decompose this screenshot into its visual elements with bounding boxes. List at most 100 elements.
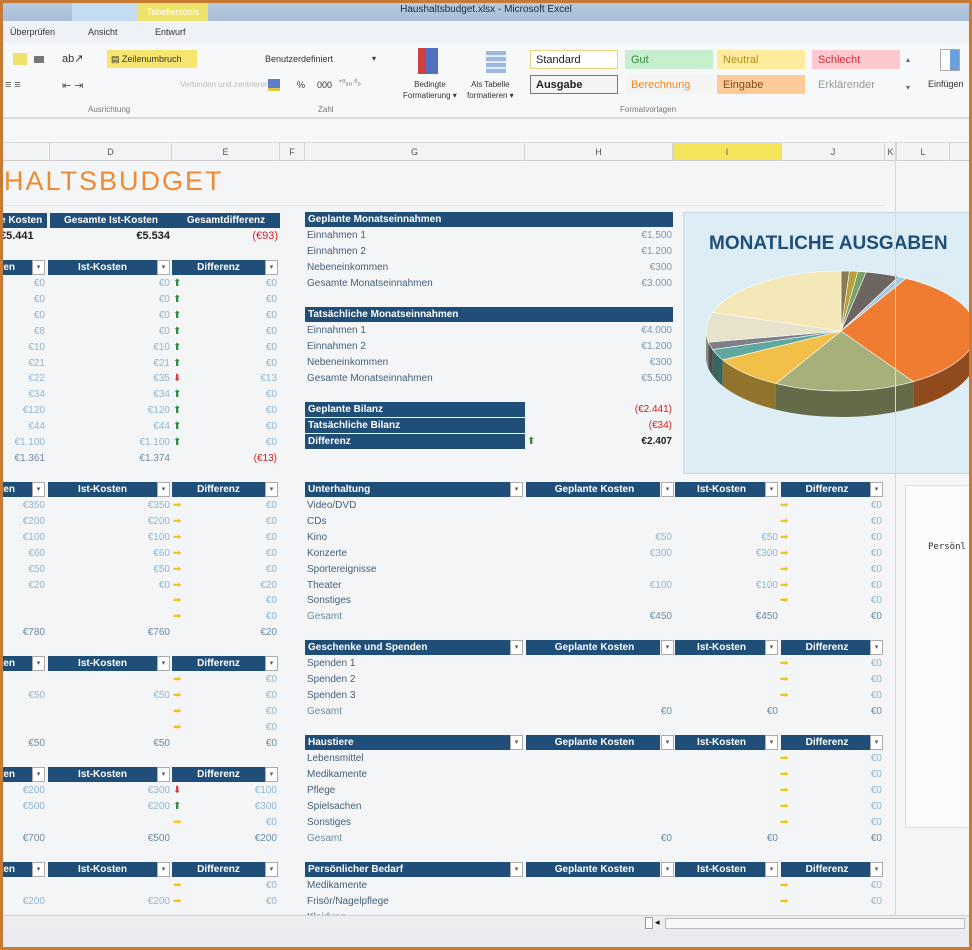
align-center-right-icons[interactable]: ≡≡ — [5, 79, 24, 91]
horizontal-scrollbar[interactable]: ◂ — [0, 915, 972, 930]
planned-cost[interactable] — [0, 815, 45, 830]
filter-dropdown[interactable]: ▾ — [870, 735, 883, 750]
filter-dropdown[interactable]: ▾ — [32, 767, 45, 782]
actual-cost[interactable]: €34 — [100, 387, 170, 402]
actual-cost[interactable]: €10 — [100, 340, 170, 355]
formula-bar[interactable] — [0, 119, 972, 143]
monthly-expenses-chart[interactable]: MONATLICHE AUSGABEN — [683, 212, 972, 474]
actual-cost[interactable]: €50 — [100, 736, 170, 751]
filter-dropdown[interactable]: ▾ — [765, 640, 778, 655]
actual-cost[interactable] — [690, 767, 778, 782]
actual-cost[interactable] — [100, 672, 170, 687]
planned-cost[interactable]: €20 — [0, 578, 45, 593]
filter-dropdown[interactable]: ▾ — [265, 482, 278, 497]
orientation-icon[interactable]: ab↗ — [62, 52, 83, 65]
scrollbar-thumb[interactable] — [665, 918, 965, 929]
actual-cost[interactable] — [690, 799, 778, 814]
planned-cost[interactable]: €500 — [0, 799, 45, 814]
merge-center-button[interactable]: Verbinden und zentrieren — [180, 80, 269, 89]
income-value[interactable]: €1.500 — [560, 228, 672, 243]
styles-scroll-up-icon[interactable]: ▴ — [906, 55, 910, 64]
planned-cost[interactable] — [580, 783, 672, 798]
style-ausgabe[interactable]: Ausgabe — [530, 75, 618, 94]
planned-cost[interactable] — [580, 799, 672, 814]
planned-cost[interactable] — [0, 704, 45, 719]
decimal-increase-icon[interactable]: ⁺⁰₀₀ ⁰₀ — [338, 78, 361, 87]
filter-dropdown[interactable]: ▾ — [765, 862, 778, 877]
currency-icon[interactable] — [268, 79, 280, 91]
filter-dropdown[interactable]: ▾ — [32, 862, 45, 877]
filter-dropdown[interactable]: ▾ — [32, 260, 45, 275]
filter-dropdown[interactable]: ▾ — [661, 482, 674, 497]
planned-cost[interactable]: €1.100 — [0, 435, 45, 450]
income-value[interactable]: €1.200 — [560, 339, 672, 354]
filter-dropdown[interactable]: ▾ — [870, 862, 883, 877]
income-value[interactable]: €3.000 — [560, 276, 672, 291]
planned-cost[interactable] — [580, 656, 672, 671]
actual-cost[interactable]: €0 — [100, 578, 170, 593]
actual-cost[interactable]: €50 — [690, 530, 778, 545]
style-berechnung[interactable]: Berechnung — [625, 75, 713, 94]
planned-cost[interactable]: €300 — [580, 546, 672, 561]
filter-dropdown[interactable]: ▾ — [157, 482, 170, 497]
planned-cost[interactable]: €450 — [580, 609, 672, 624]
format-as-table-icon[interactable] — [486, 51, 506, 73]
thousands-button[interactable]: 000 — [317, 80, 332, 90]
planned-cost[interactable] — [580, 688, 672, 703]
planned-cost[interactable] — [580, 498, 672, 513]
style-schlecht[interactable]: Schlecht — [812, 50, 900, 69]
style-gut[interactable]: Gut — [625, 50, 713, 69]
planned-cost[interactable] — [580, 672, 672, 687]
style-erklärender[interactable]: Erklärender — [812, 75, 900, 94]
actual-cost[interactable]: €0 — [690, 704, 778, 719]
income-value[interactable]: €1.200 — [560, 244, 672, 259]
actual-cost[interactable]: €760 — [100, 625, 170, 640]
actual-cost[interactable]: €300 — [690, 546, 778, 561]
filter-dropdown[interactable]: ▾ — [661, 862, 674, 877]
actual-cost[interactable]: €0 — [100, 292, 170, 307]
column-header-F[interactable]: F — [280, 143, 305, 161]
planned-cost[interactable]: €100 — [580, 578, 672, 593]
number-format-select[interactable]: Benutzerdefiniert — [265, 54, 333, 64]
filter-dropdown[interactable]: ▾ — [32, 656, 45, 671]
planned-cost[interactable] — [580, 593, 672, 608]
actual-cost[interactable] — [690, 894, 778, 909]
planned-cost[interactable] — [580, 767, 672, 782]
actual-cost[interactable]: €0 — [100, 276, 170, 291]
planned-cost[interactable]: €44 — [0, 419, 45, 434]
planned-cost[interactable]: €50 — [580, 530, 672, 545]
filter-dropdown[interactable]: ▾ — [265, 260, 278, 275]
filter-dropdown[interactable]: ▾ — [157, 767, 170, 782]
insert-button[interactable]: Einfügen — [928, 79, 964, 89]
planned-cost[interactable]: €700 — [0, 831, 45, 846]
actual-cost[interactable] — [690, 688, 778, 703]
actual-cost[interactable]: €350 — [100, 498, 170, 513]
actual-cost[interactable] — [690, 672, 778, 687]
filter-dropdown[interactable]: ▾ — [510, 862, 523, 877]
planned-cost[interactable] — [580, 751, 672, 766]
filter-dropdown[interactable]: ▾ — [265, 767, 278, 782]
planned-cost[interactable]: €8 — [0, 324, 45, 339]
filter-dropdown[interactable]: ▾ — [661, 735, 674, 750]
column-header[interactable] — [950, 143, 972, 161]
column-header-I[interactable]: I — [673, 143, 782, 161]
filter-dropdown[interactable]: ▾ — [265, 656, 278, 671]
planned-cost[interactable] — [0, 609, 45, 624]
actual-cost[interactable] — [690, 878, 778, 893]
format-as-table-button[interactable]: Als Tabelleformatieren ▾ — [467, 79, 514, 101]
styles-more-icon[interactable]: ▾ — [906, 83, 910, 92]
planned-cost[interactable]: €200 — [0, 514, 45, 529]
actual-cost[interactable] — [100, 815, 170, 830]
planned-cost[interactable]: €200 — [0, 894, 45, 909]
filter-dropdown[interactable]: ▾ — [510, 735, 523, 750]
style-eingabe[interactable]: Eingabe — [717, 75, 805, 94]
actual-cost[interactable]: €1.374 — [100, 451, 170, 466]
column-header-G[interactable]: G — [305, 143, 525, 161]
column-header-J[interactable]: J — [782, 143, 885, 161]
actual-cost[interactable]: €500 — [100, 831, 170, 846]
style-neutral[interactable]: Neutral — [717, 50, 805, 69]
column-header[interactable] — [0, 143, 50, 161]
actual-cost[interactable]: €0 — [100, 308, 170, 323]
actual-cost[interactable] — [690, 815, 778, 830]
planned-cost[interactable] — [0, 720, 45, 735]
